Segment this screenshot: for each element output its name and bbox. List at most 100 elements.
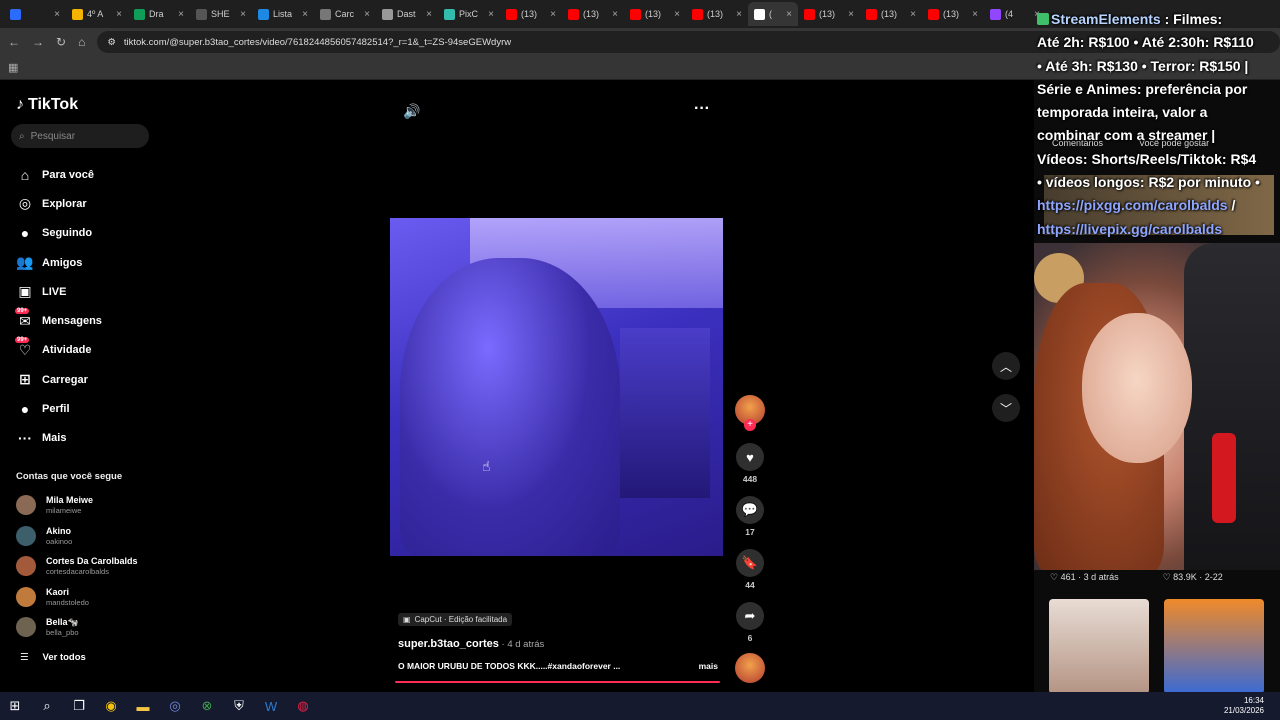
following-account[interactable]: Mila Meiwe milameiwe bbox=[16, 490, 156, 521]
account-name: Bella🐄 bbox=[46, 617, 79, 628]
following-account[interactable]: Kaori mandstoledo bbox=[16, 582, 156, 613]
close-tab-icon[interactable]: × bbox=[364, 9, 370, 20]
tiktok-logo[interactable]: ♪ TikTok bbox=[16, 96, 78, 114]
discord-icon[interactable]: ◎ bbox=[165, 696, 185, 716]
browser-tab[interactable]: Dra × bbox=[128, 2, 190, 26]
overlay-line: temporada inteira, valor a bbox=[1037, 104, 1208, 121]
close-tab-icon[interactable]: × bbox=[848, 9, 854, 20]
sidebar-item-profile-avatar[interactable]: ● Perfil bbox=[16, 394, 156, 423]
account-text: Kaori mandstoledo bbox=[46, 587, 89, 607]
video-progress-bar[interactable] bbox=[395, 681, 720, 683]
share-icon[interactable]: ➦ bbox=[736, 602, 764, 630]
notification-badge: 99+ bbox=[15, 308, 30, 315]
browser-tab[interactable]: PixC × bbox=[438, 2, 500, 26]
close-tab-icon[interactable]: × bbox=[910, 9, 916, 20]
close-tab-icon[interactable]: × bbox=[116, 9, 122, 20]
browser-tab[interactable]: (13) × bbox=[562, 2, 624, 26]
browser-tab[interactable]: (13) × bbox=[624, 2, 686, 26]
overlay-line: Vídeos: Shorts/Reels/Tiktok: R$4 bbox=[1037, 150, 1257, 167]
chrome-icon[interactable]: ◉ bbox=[101, 696, 121, 716]
close-tab-icon[interactable]: × bbox=[972, 9, 978, 20]
capcut-badge[interactable]: ▣ CapCut · Edição facilitada bbox=[398, 613, 513, 626]
close-tab-icon[interactable]: × bbox=[612, 9, 618, 20]
close-tab-icon[interactable]: × bbox=[240, 9, 246, 20]
video-player[interactable] bbox=[390, 218, 723, 556]
search-input[interactable]: ⌕ Pesquisar bbox=[11, 124, 149, 148]
bookmark-icon[interactable]: 🔖 bbox=[736, 549, 764, 577]
close-tab-icon[interactable]: × bbox=[54, 9, 60, 20]
browser-tab[interactable]: Carc × bbox=[314, 2, 376, 26]
sidebar-item-following-avatar[interactable]: ● Seguindo bbox=[16, 219, 156, 248]
author-name: super.b3tao_cortes bbox=[398, 638, 499, 650]
forward-icon[interactable]: → bbox=[32, 35, 44, 49]
sidebar-item-compass[interactable]: ◎ Explorar bbox=[16, 189, 156, 218]
xbox-icon[interactable]: ⊗ bbox=[197, 696, 217, 716]
reload-icon[interactable]: ↻ bbox=[56, 35, 66, 49]
browser-tab[interactable]: 4º A × bbox=[66, 2, 128, 26]
close-tab-icon[interactable]: × bbox=[786, 9, 792, 20]
music-disc-avatar[interactable] bbox=[735, 653, 765, 683]
browser-tab[interactable]: (13) × bbox=[798, 2, 860, 26]
stat-left: ♡ 461 · 3 d atrás bbox=[1050, 572, 1119, 582]
share-action[interactable]: ➦ 6 bbox=[736, 602, 764, 643]
browser-tab[interactable]: (13) × bbox=[500, 2, 562, 26]
next-video-button[interactable]: ﹀ bbox=[992, 394, 1020, 422]
more-link[interactable]: mais bbox=[699, 661, 718, 671]
security-icon[interactable]: ⛨ bbox=[229, 696, 249, 716]
sidebar-item-messages[interactable]: ✉ 99+ Mensagens bbox=[15, 306, 156, 335]
suggested-video-thumb[interactable] bbox=[1049, 599, 1149, 694]
like-action[interactable]: ♥ 448 bbox=[736, 443, 764, 484]
youtube-icon bbox=[568, 8, 579, 20]
following-account[interactable]: Bella🐄 bella_pbo bbox=[16, 612, 156, 643]
save-action[interactable]: 🔖 44 bbox=[736, 549, 764, 590]
heart-icon[interactable]: ♥ bbox=[736, 443, 764, 471]
follow-plus-icon[interactable]: + bbox=[744, 419, 756, 431]
tab-label: Dast bbox=[397, 9, 416, 19]
sidebar-item-upload[interactable]: ⊞ Carregar bbox=[16, 365, 156, 394]
obs-icon[interactable]: ◍ bbox=[293, 696, 313, 716]
close-tab-icon[interactable]: × bbox=[674, 9, 680, 20]
browser-tab[interactable]: (13) × bbox=[686, 2, 748, 26]
account-username: oakinoo bbox=[46, 536, 73, 546]
close-tab-icon[interactable]: × bbox=[550, 9, 556, 20]
file-explorer-icon[interactable]: ▬ bbox=[133, 696, 153, 716]
browser-tab[interactable]: SHE × bbox=[190, 2, 252, 26]
see-all-link[interactable]: ☰ Ver todos bbox=[20, 652, 86, 663]
sidebar-item-activity[interactable]: ♡ 99+ Atividade bbox=[15, 336, 156, 365]
system-clock[interactable]: 16:34 21/03/2026 bbox=[1224, 696, 1264, 716]
browser-tab[interactable]: Lista × bbox=[252, 2, 314, 26]
volume-icon[interactable]: 🔊 bbox=[403, 103, 420, 120]
browser-tab[interactable]: Dast × bbox=[376, 2, 438, 26]
more-options-icon[interactable]: ··· bbox=[694, 100, 710, 118]
apps-grid-icon[interactable]: ▦ bbox=[8, 61, 18, 74]
task-view-icon[interactable]: ❐ bbox=[69, 696, 89, 716]
search-icon[interactable]: ⌕ bbox=[37, 696, 57, 716]
sidebar-item-home[interactable]: ⌂ Para você bbox=[16, 160, 156, 189]
sidebar-item-live[interactable]: ▣ LIVE bbox=[16, 277, 156, 306]
close-tab-icon[interactable]: × bbox=[736, 9, 742, 20]
browser-tab[interactable]: × bbox=[4, 2, 66, 26]
back-icon[interactable]: ← bbox=[8, 35, 20, 49]
following-account[interactable]: Cortes Da Carolbalds cortesdacarolbalds bbox=[16, 551, 156, 582]
close-tab-icon[interactable]: × bbox=[178, 9, 184, 20]
close-tab-icon[interactable]: × bbox=[302, 9, 308, 20]
site-info-icon[interactable]: ⚙ bbox=[107, 37, 116, 48]
browser-tab[interactable]: (13) × bbox=[922, 2, 984, 26]
close-tab-icon[interactable]: × bbox=[426, 9, 432, 20]
word-icon[interactable]: W bbox=[261, 696, 281, 716]
windows-start-icon[interactable]: ⊞ bbox=[5, 696, 25, 716]
sidebar-item-friends[interactable]: 👥 Amigos bbox=[16, 248, 156, 277]
messages-icon: ✉ 99+ bbox=[15, 308, 31, 329]
comment-action[interactable]: 💬 17 bbox=[736, 496, 764, 537]
previous-video-button[interactable]: ︿ bbox=[992, 352, 1020, 380]
comment-icon[interactable]: 💬 bbox=[736, 496, 764, 524]
following-account[interactable]: Akino oakinoo bbox=[16, 521, 156, 552]
video-author[interactable]: super.b3tao_cortes · 4 d atrás bbox=[398, 638, 544, 650]
creator-avatar[interactable]: + bbox=[735, 395, 765, 431]
close-tab-icon[interactable]: × bbox=[488, 9, 494, 20]
home-icon[interactable]: ⌂ bbox=[78, 35, 85, 49]
browser-tab[interactable]: (× bbox=[748, 2, 798, 26]
browser-tab[interactable]: (13) × bbox=[860, 2, 922, 26]
sidebar-item-more[interactable]: ··· Mais bbox=[16, 424, 156, 453]
suggested-video-thumb[interactable] bbox=[1164, 599, 1264, 694]
